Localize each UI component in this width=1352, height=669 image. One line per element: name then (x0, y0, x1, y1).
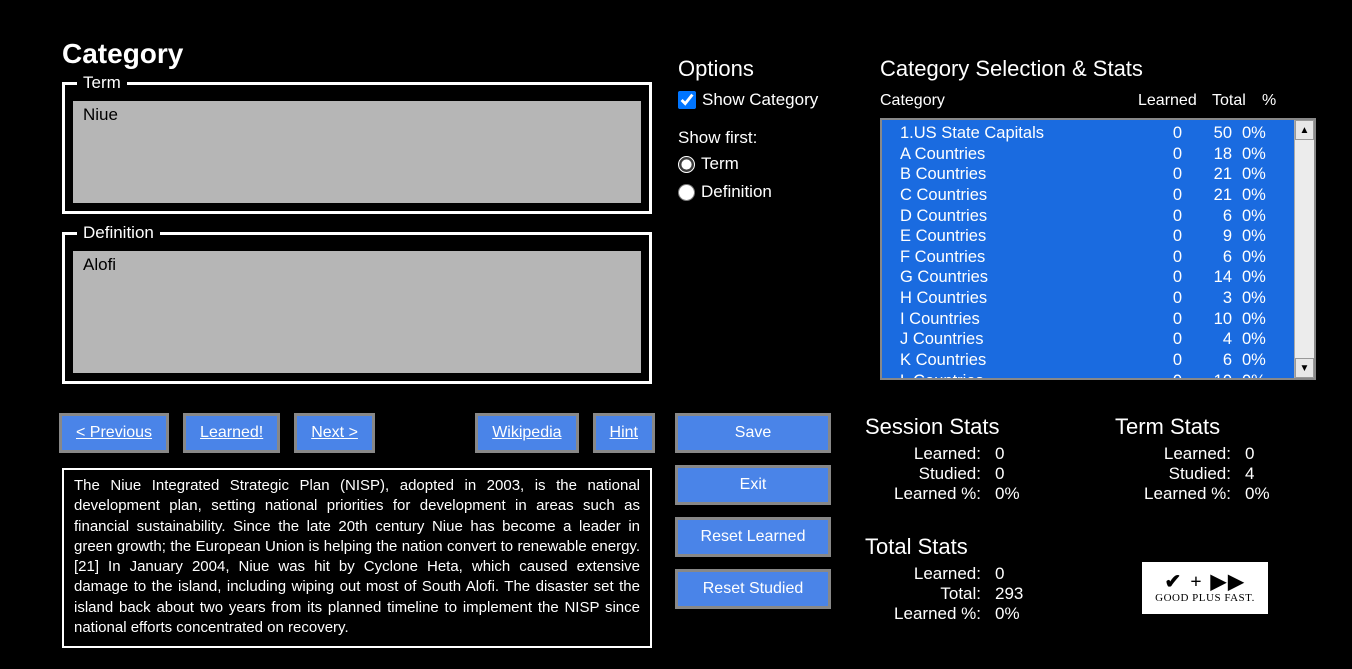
col-category: Category (880, 92, 945, 110)
radio-definition-label: Definition (701, 182, 772, 202)
radio-definition[interactable]: Definition (678, 182, 772, 202)
reset-studied-button[interactable]: Reset Studied (678, 572, 828, 606)
session-learned-value: 0 (995, 444, 1045, 464)
term-pct-label: Learned %: (1115, 484, 1245, 504)
hint-text: The Niue Integrated Strategic Plan (NISP… (62, 468, 652, 648)
wikipedia-button[interactable]: Wikipedia (478, 416, 575, 450)
session-learned-label: Learned: (865, 444, 995, 464)
total-learned-value: 0 (995, 564, 1045, 584)
radio-term[interactable]: Term (678, 154, 739, 174)
scroll-up-icon[interactable]: ▲ (1295, 120, 1314, 140)
list-item[interactable]: K Countries060% (900, 350, 1294, 371)
term-learned-label: Learned: (1115, 444, 1245, 464)
list-item[interactable]: D Countries060% (900, 206, 1294, 227)
term-pct-value: 0% (1245, 484, 1295, 504)
page-title: Category (62, 38, 183, 70)
scrollbar[interactable]: ▲ ▼ (1294, 120, 1314, 378)
total-total-label: Total: (865, 584, 995, 604)
hint-button[interactable]: Hint (596, 416, 652, 450)
category-stats-heading: Category Selection & Stats (880, 56, 1143, 82)
list-item[interactable]: E Countries090% (900, 226, 1294, 247)
category-listbox[interactable]: 1.US State Capitals0500%A Countries0180%… (880, 118, 1316, 380)
session-pct-value: 0% (995, 484, 1045, 504)
list-item[interactable]: A Countries0180% (900, 144, 1294, 165)
reset-learned-button[interactable]: Reset Learned (678, 520, 828, 554)
term-studied-label: Studied: (1115, 464, 1245, 484)
definition-label: Definition (77, 223, 160, 243)
term-stats-title: Term Stats (1115, 414, 1295, 440)
total-learned-label: Learned: (865, 564, 995, 584)
total-total-value: 293 (995, 584, 1045, 604)
next-button[interactable]: Next > (297, 416, 372, 450)
definition-display: Alofi (71, 249, 643, 375)
list-item[interactable]: L Countries0100% (900, 371, 1294, 379)
list-item[interactable]: C Countries0210% (900, 185, 1294, 206)
exit-button[interactable]: Exit (678, 468, 828, 502)
total-stats-title: Total Stats (865, 534, 1045, 560)
col-learned: Learned (1138, 92, 1197, 110)
list-item[interactable]: F Countries060% (900, 247, 1294, 268)
logo: ✔ + ▶▶ GOOD PLUS FAST. (1140, 560, 1270, 616)
radio-definition-input[interactable] (678, 184, 695, 201)
show-category-input[interactable] (678, 91, 696, 109)
total-pct-value: 0% (995, 604, 1045, 624)
session-stats-title: Session Stats (865, 414, 1045, 440)
save-button[interactable]: Save (678, 416, 828, 450)
previous-button[interactable]: < Previous (62, 416, 166, 450)
term-group: Term Niue (62, 82, 652, 214)
logo-text: GOOD PLUS FAST. (1155, 592, 1255, 604)
show-first-label: Show first: (678, 128, 757, 148)
show-category-label: Show Category (702, 90, 818, 110)
term-display: Niue (71, 99, 643, 205)
learned-button[interactable]: Learned! (186, 416, 277, 450)
show-category-checkbox[interactable]: Show Category (678, 90, 818, 110)
logo-icons: ✔ + ▶▶ (1165, 572, 1246, 592)
total-stats: Total Stats Learned:0 Total:293 Learned … (865, 534, 1045, 624)
definition-group: Definition Alofi (62, 232, 652, 384)
session-stats: Session Stats Learned:0 Studied:0 Learne… (865, 414, 1045, 504)
session-pct-label: Learned %: (865, 484, 995, 504)
session-studied-value: 0 (995, 464, 1045, 484)
list-item[interactable]: H Countries030% (900, 288, 1294, 309)
list-item[interactable]: B Countries0210% (900, 164, 1294, 185)
total-pct-label: Learned %: (865, 604, 995, 624)
col-percent: % (1262, 92, 1276, 110)
list-item[interactable]: J Countries040% (900, 329, 1294, 350)
term-studied-value: 4 (1245, 464, 1295, 484)
list-item[interactable]: I Countries0100% (900, 309, 1294, 330)
col-total: Total (1212, 92, 1246, 110)
session-studied-label: Studied: (865, 464, 995, 484)
term-learned-value: 0 (1245, 444, 1295, 464)
list-item[interactable]: 1.US State Capitals0500% (900, 123, 1294, 144)
scroll-down-icon[interactable]: ▼ (1295, 358, 1314, 378)
term-label: Term (77, 73, 127, 93)
list-item[interactable]: G Countries0140% (900, 267, 1294, 288)
options-heading: Options (678, 56, 754, 82)
term-stats: Term Stats Learned:0 Studied:4 Learned %… (1115, 414, 1295, 504)
radio-term-label: Term (701, 154, 739, 174)
radio-term-input[interactable] (678, 156, 695, 173)
